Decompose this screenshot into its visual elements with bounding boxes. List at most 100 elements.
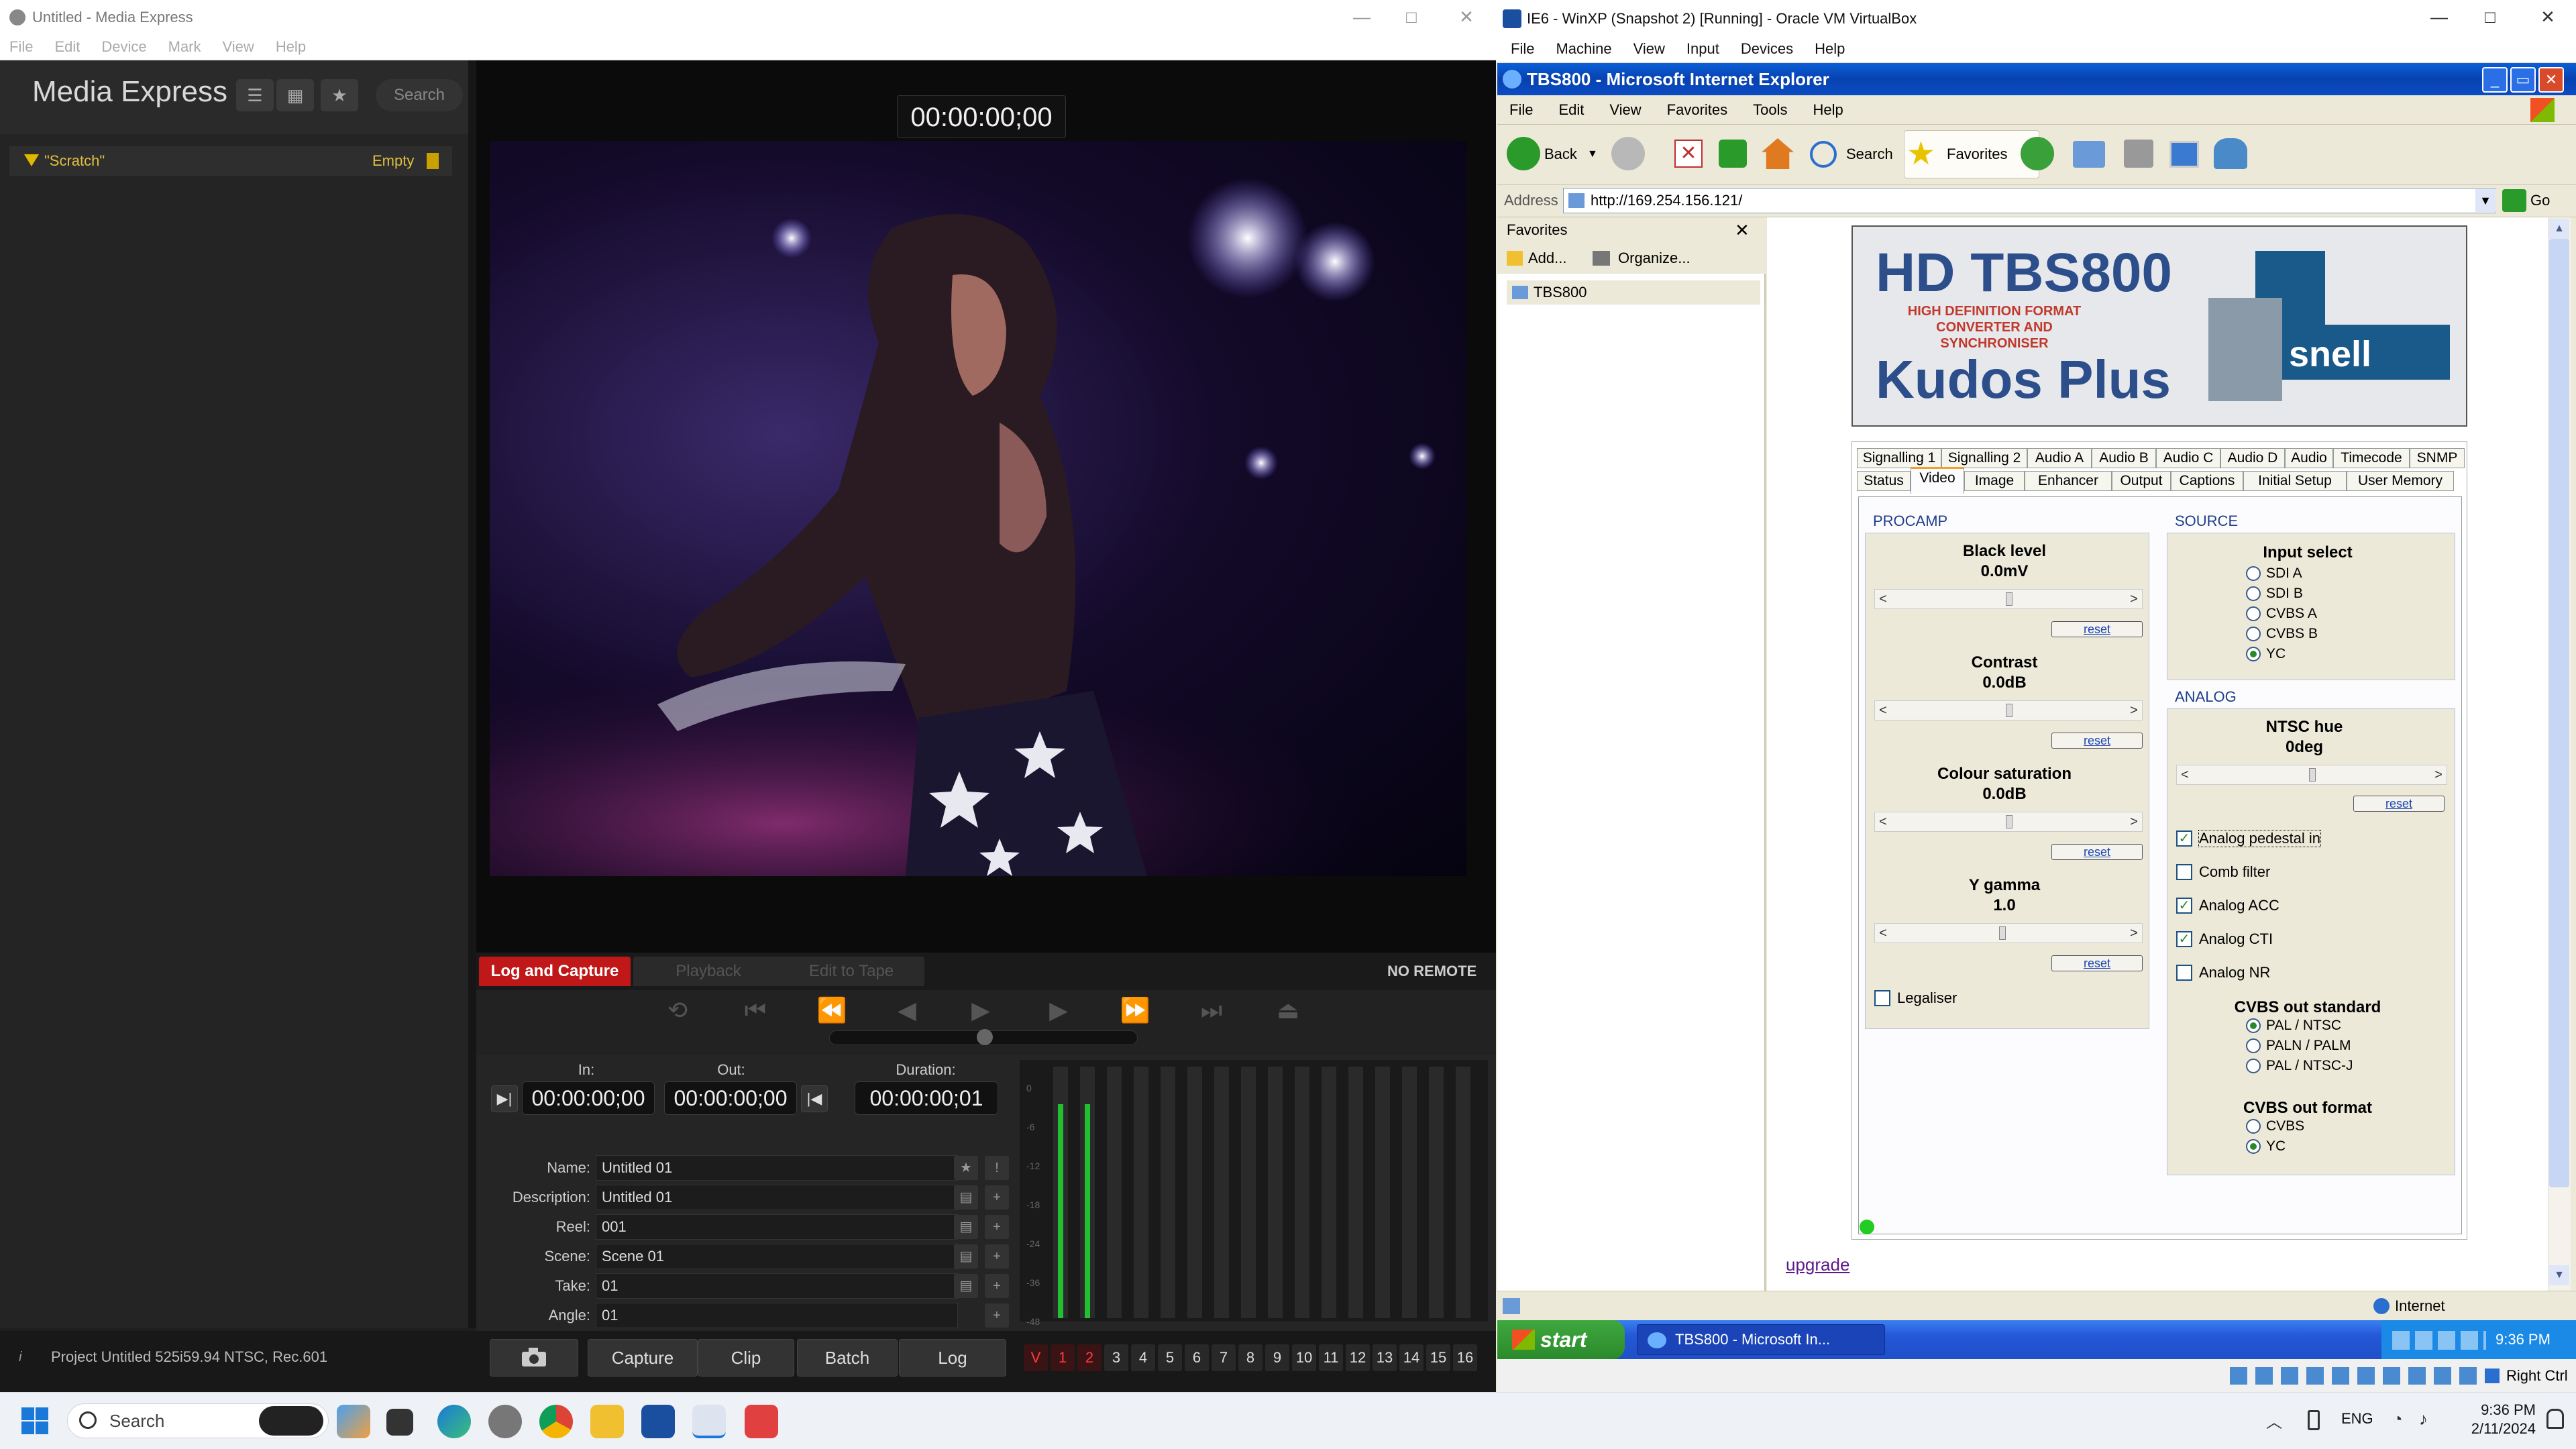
refresh-icon[interactable] [1719,140,1747,168]
device-tab[interactable]: Signalling 2 [1941,448,2027,468]
log-button[interactable]: Log [899,1339,1006,1377]
slider-thumb[interactable] [1999,926,2006,940]
tab-enhancer[interactable]: Enhancer [2025,471,2112,491]
increment-icon[interactable]: + [985,1244,1009,1269]
go-button[interactable]: Go [2530,188,2550,213]
slider-left-icon[interactable]: < [1875,701,1891,720]
ntsc-hue-slider[interactable]: < > [2176,765,2447,785]
menu-edit[interactable]: Edit [54,38,80,55]
channel-4-button[interactable]: 4 [1131,1344,1155,1371]
task-view-icon[interactable] [386,1409,413,1436]
increment-icon[interactable]: + [985,1303,1009,1328]
ie-close-icon[interactable]: ✕ [2538,67,2564,93]
copilot-badge[interactable] [259,1406,323,1436]
slider-thumb[interactable] [2309,768,2316,782]
bin-expand-icon[interactable] [24,154,39,166]
slider-right-icon[interactable]: > [2126,812,2142,831]
list-icon[interactable]: ▤ [954,1215,978,1239]
device-tab[interactable]: Timecode [2333,448,2410,468]
list-icon[interactable]: ▤ [954,1274,978,1298]
chrome-icon[interactable] [539,1405,573,1438]
channel-3-button[interactable]: 3 [1104,1344,1128,1371]
vbox-close-icon[interactable]: ✕ [2521,0,2575,35]
xp-tray-icons[interactable] [2392,1331,2486,1350]
analog-checkbox[interactable]: ✓ [2176,931,2192,947]
increment-icon[interactable]: + [985,1215,1009,1239]
tab-playback[interactable]: Playback [633,957,784,986]
menu-help[interactable]: Help [276,38,306,55]
procamp-slider[interactable]: < > [1874,812,2143,832]
channel-14-button[interactable]: 14 [1399,1344,1424,1371]
channel-12-button[interactable]: 12 [1346,1344,1370,1371]
set-in-icon[interactable]: ▶| [491,1085,518,1112]
edit-icon[interactable] [2169,141,2199,168]
favorites-close-icon[interactable]: ✕ [1735,217,1750,243]
cvbs-standard-radio[interactable] [2246,1018,2261,1033]
back-arrow-icon[interactable] [1507,137,1540,170]
in-timecode[interactable]: 00:00:00;00 [522,1081,655,1115]
tab-initial-setup[interactable]: Initial Setup [2243,471,2347,491]
slider-thumb[interactable] [2006,815,2012,828]
wifi-icon[interactable]: ◔ [2392,1409,2403,1430]
stop-icon[interactable]: ✕ [1674,140,1703,168]
snapshot-camera-icon[interactable] [490,1339,578,1377]
tab-image[interactable]: Image [1964,471,2025,491]
media-icon[interactable] [2021,137,2054,170]
channel-10-button[interactable]: 10 [1292,1344,1316,1371]
capture-button[interactable]: Capture [588,1339,698,1377]
field-input[interactable]: 01 [596,1303,958,1328]
tab-status[interactable]: Status [1857,471,1911,491]
ie-menu-help[interactable]: Help [1813,101,1843,118]
go-to-end-icon[interactable]: ⏭ [1191,996,1232,1025]
increment-icon[interactable]: + [985,1185,1009,1210]
vbox-maximize-icon[interactable]: □ [2463,0,2517,35]
vbox-menu-view[interactable]: View [1633,40,1665,57]
step-forward-icon[interactable]: ▶ [1038,996,1079,1025]
device-tab[interactable]: Audio A [2027,448,2092,468]
windows-start-icon[interactable] [20,1406,50,1436]
xp-task-ie[interactable]: TBS800 - Microsoft In... [1637,1324,1885,1355]
procamp-slider[interactable]: < > [1874,923,2143,943]
increment-icon[interactable]: + [985,1274,1009,1298]
field-input[interactable]: Untitled 01 [596,1155,958,1181]
media-search-input[interactable]: Search [376,79,463,111]
channel-9-button[interactable]: 9 [1265,1344,1289,1371]
tab-log-and-capture[interactable]: Log and Capture [479,957,631,986]
volume-icon[interactable]: ♪ [2419,1409,2428,1430]
slider-right-icon[interactable]: > [2126,701,2142,720]
menu-mark[interactable]: Mark [168,38,201,55]
list-icon[interactable]: ▤ [954,1244,978,1269]
analog-checkbox[interactable] [2176,965,2192,981]
channel-13-button[interactable]: 13 [1373,1344,1397,1371]
grid-view-icon[interactable]: ▦ [276,79,314,111]
menu-device[interactable]: Device [101,38,146,55]
reset-button[interactable]: reset [2051,621,2143,637]
batch-button[interactable]: Batch [797,1339,898,1377]
slider-thumb[interactable] [2006,704,2012,717]
loop-icon[interactable]: ⟲ [657,996,698,1025]
favorites-button[interactable]: Favorites [1947,131,2007,177]
device-tab[interactable]: SNMP [2410,448,2465,468]
step-back-icon[interactable]: ◀ [887,996,927,1025]
add-favorite-button[interactable]: Add... [1528,243,1566,274]
vbox-menu-input[interactable]: Input [1686,40,1719,57]
input-sdi-a-radio[interactable] [2246,566,2261,581]
organize-button[interactable]: Organize... [1618,243,1690,274]
reset-button[interactable]: reset [2051,844,2143,860]
ie-minimize-icon[interactable]: _ [2482,67,2508,93]
battery-icon[interactable] [2308,1410,2320,1430]
notification-bell-icon[interactable] [2546,1409,2564,1429]
slider-right-icon[interactable]: > [2126,924,2142,943]
pane-divider[interactable] [468,60,476,1328]
back-dropdown-icon[interactable]: ▼ [1587,131,1598,177]
input-sdi-b-radio[interactable] [2246,586,2261,601]
input-cvbs-b-radio[interactable] [2246,627,2261,641]
channel-16-button[interactable]: 16 [1453,1344,1477,1371]
ie-menu-file[interactable]: File [1509,101,1533,118]
procamp-slider[interactable]: < > [1874,589,2143,609]
menu-view[interactable]: View [223,38,254,55]
field-input[interactable]: 01 [596,1273,958,1299]
channel-5-button[interactable]: 5 [1158,1344,1182,1371]
settings-gear-icon[interactable] [488,1405,522,1438]
mark-name-icon[interactable]: ! [985,1156,1009,1180]
